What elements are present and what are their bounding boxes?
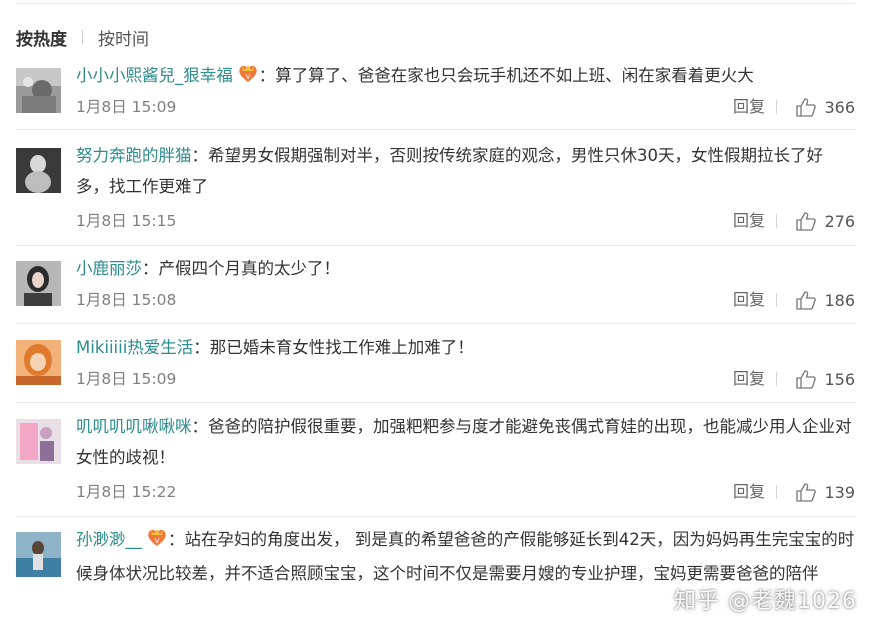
username-link[interactable]: 小鹿丽莎 [76,259,142,278]
like-count: 186 [824,290,855,310]
comment-timestamp: 1月8日 15:09 [76,370,177,388]
fan-badge-icon: V [146,527,168,558]
comment-content: 算了算了、爸爸在家也只会玩手机还不如上班、闲在家看着更火大 [275,66,754,85]
comment-item: 小小小熙酱兒_狠幸福 V ：算了算了、爸爸在家也只会玩手机还不如上班、闲在家看着更火… [16,60,855,130]
avatar[interactable] [16,68,61,113]
comment-meta: 1月8日 15:22 回复 139 [76,478,855,506]
sort-by-hot-tab[interactable]: 按热度 [16,25,67,50]
name-separator: ： [191,417,209,436]
comment-text-block: 叽叽叽叽啾啾咪：爸爸的陪护假很重要，加强粑粑参与度才能避免丧偶式育娃的出现，也能… [76,411,855,473]
sort-by-time-tab[interactable]: 按时间 [98,25,149,50]
avatar[interactable] [16,340,61,385]
comment-meta: 1月8日 15:08 回复 186 [76,286,855,314]
comment-item: Mikiiiii热爱生活：那已婚未育女性找工作难上加难了！ 1月8日 15:09… [16,332,855,403]
comment-divider [16,129,855,130]
comment-divider [16,402,855,403]
username-link[interactable]: 叽叽叽叽啾啾咪 [76,417,192,436]
avatar[interactable] [16,419,61,464]
reply-button[interactable]: 回复 [733,207,765,235]
name-separator: ： [191,146,209,165]
comment-timestamp: 1月8日 15:22 [76,483,177,501]
top-divider [16,3,855,4]
svg-text:V: V [155,537,160,545]
comment-item: 努力奔跑的胖猫：希望男女假期强制对半，否则按传统家庭的观念，男性只休30天，女性… [16,140,855,246]
comment-item: 小鹿丽莎：产假四个月真的太少了！ 1月8日 15:08 回复 186 [16,253,855,324]
thumbs-up-icon [796,482,817,502]
name-separator: ： [193,338,210,357]
reply-button[interactable]: 回复 [733,286,765,314]
comment-text-block: Mikiiiii热爱生活：那已婚未育女性找工作难上加难了！ [76,332,855,363]
action-separator [776,485,777,499]
comment-timestamp: 1月8日 15:09 [76,98,177,116]
sort-bar: 按热度 按时间 [16,24,149,50]
thumbs-up-icon [796,290,817,310]
watermark: 知乎 @老魏1026 [674,589,857,614]
like-count: 276 [824,211,855,231]
comment-text-block: 孙渺渺__ V ：站在孕妇的角度出发， 到是真的希望爸爸的产假能够延长到42天，因为… [76,524,855,589]
username-link[interactable]: 孙渺渺__ [76,530,142,549]
thumbs-up-icon [796,211,817,231]
avatar[interactable] [16,261,61,306]
username-link[interactable]: 小小小熙酱兒_狠幸福 [76,66,233,85]
action-separator [776,293,777,307]
comment-timestamp: 1月8日 15:15 [76,212,177,230]
comment-content: 站在孕妇的角度出发， 到是真的希望爸爸的产假能够延长到42天，因为妈妈再生完宝宝… [76,530,855,583]
fan-badge-icon: V [237,63,259,94]
name-separator: ： [168,530,185,549]
reply-button[interactable]: 回复 [733,478,765,506]
action-separator [776,100,777,114]
like-count: 366 [824,97,855,117]
sort-separator [82,30,83,44]
comment-content: 那已婚未育女性找工作难上加难了！ [209,338,474,357]
thumbs-up-icon [796,369,817,389]
comment-divider [16,245,855,246]
comment-divider [16,323,855,324]
comment-text-block: 努力奔跑的胖猫：希望男女假期强制对半，否则按传统家庭的观念，男性只休30天，女性… [76,140,855,202]
reply-button[interactable]: 回复 [733,365,765,393]
action-separator [776,214,777,228]
comment-content: 产假四个月真的太少了！ [158,259,341,278]
like-count: 156 [824,369,855,389]
like-button[interactable]: 276 [796,207,855,235]
comment-text-block: 小小小熙酱兒_狠幸福 V ：算了算了、爸爸在家也只会玩手机还不如上班、闲在家看着更火… [76,60,855,94]
like-button[interactable]: 139 [796,478,855,506]
name-separator: ： [142,259,159,278]
avatar[interactable] [16,532,61,577]
comment-meta: 1月8日 15:15 回复 276 [76,207,855,235]
thumbs-up-icon [796,97,817,117]
comment-meta: 1月8日 15:09 回复 156 [76,365,855,393]
like-count: 139 [824,482,855,502]
like-button[interactable]: 156 [796,365,855,393]
like-button[interactable]: 186 [796,286,855,314]
action-separator [776,372,777,386]
reply-button[interactable]: 回复 [733,93,765,121]
like-button[interactable]: 366 [796,93,855,121]
comment-item: 叽叽叽叽啾啾咪：爸爸的陪护假很重要，加强粑粑参与度才能避免丧偶式育娃的出现，也能… [16,411,855,517]
username-link[interactable]: 努力奔跑的胖猫 [76,146,192,165]
name-separator: ： [258,66,276,85]
comment-item: 孙渺渺__ V ：站在孕妇的角度出发， 到是真的希望爸爸的产假能够延长到42天，因为… [16,524,855,632]
comment-text-block: 小鹿丽莎：产假四个月真的太少了！ [76,253,855,284]
comment-meta: 1月8日 15:09 回复 366 [76,93,855,121]
comment-timestamp: 1月8日 15:08 [76,291,177,309]
avatar[interactable] [16,148,61,193]
username-link[interactable]: Mikiiiii热爱生活 [76,338,193,357]
comment-divider [16,516,855,517]
svg-text:V: V [245,73,250,81]
